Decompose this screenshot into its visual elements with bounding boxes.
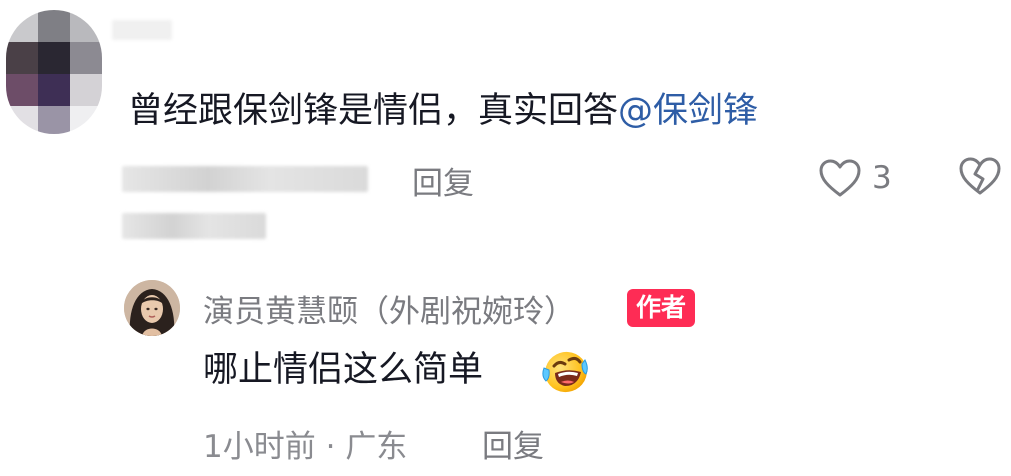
author-portrait (124, 280, 180, 336)
reply-button-author[interactable]: 回复 (482, 421, 544, 466)
author-badge: 作者 (627, 289, 696, 327)
reply-location: 广东 (345, 429, 408, 465)
reply-text: 哪止情侣这么简单 (203, 350, 484, 390)
blurred-username (112, 20, 172, 40)
like-button[interactable]: 3 (818, 154, 892, 202)
reply-time: 1小时前 (203, 429, 316, 465)
blurred-expand-replies (122, 213, 266, 239)
author-avatar[interactable] (124, 280, 180, 336)
heart-outline-icon (819, 159, 861, 197)
broken-heart-icon[interactable] (958, 156, 1002, 196)
commenter-avatar[interactable] (6, 10, 102, 134)
mention-link[interactable]: @保剑锋 (618, 91, 758, 131)
comment-text: 曾经跟保剑锋是情侣，真实回答@保剑锋 (128, 88, 758, 134)
blurred-timestamp (122, 166, 368, 192)
reply-meta: 1小时前 · 广东 (203, 421, 407, 466)
author-name[interactable]: 演员黄慧颐（外剧祝婉玲） (203, 286, 575, 331)
meta-separator: · (325, 429, 336, 465)
comment-body: 曾经跟保剑锋是情侣，真实回答 (128, 91, 619, 131)
reply-button[interactable]: 回复 (412, 158, 474, 203)
like-count: 3 (872, 160, 892, 196)
crying-laughing-emoji (542, 351, 588, 393)
